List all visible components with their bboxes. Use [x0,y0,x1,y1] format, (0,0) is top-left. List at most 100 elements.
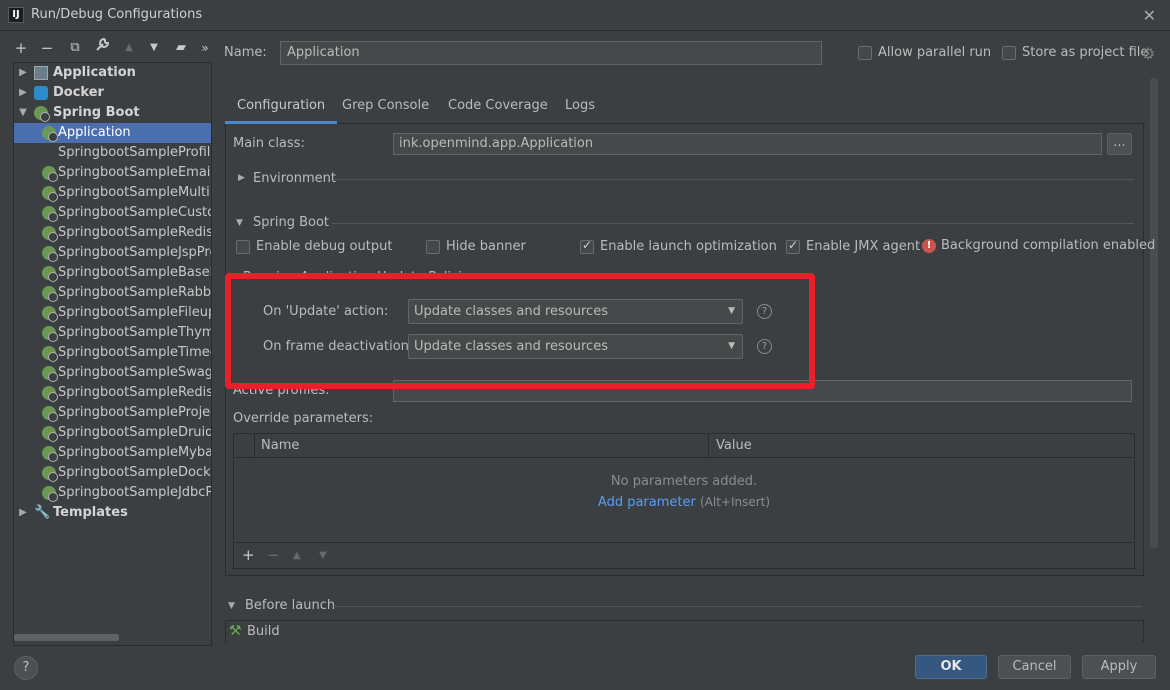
copy-icon[interactable]: ⧉ [66,38,84,58]
allow-parallel-checkbox[interactable] [858,46,872,60]
vertical-scrollbar[interactable] [1150,78,1158,548]
main-class-field[interactable]: ink.openmind.app.Application [393,133,1102,155]
tree-group-application[interactable]: ▶ Application [14,63,211,83]
name-field[interactable]: Application [280,41,822,65]
application-icon [34,66,48,80]
store-as-project-checkbox[interactable] [1002,46,1016,60]
tree-item-label: SpringbootSampleRedisPr [58,225,212,240]
empty-table-message: No parameters added. [610,474,758,489]
tree-item-spring-config[interactable]: SpringbootSampleJdbcPro [14,483,211,503]
tree-item-label: SpringbootSampleMultiDa [58,185,212,200]
tree-group-templates[interactable]: ▶ 🔧 Templates [14,503,211,523]
tree-item-spring-config[interactable]: SpringbootSampleRabbitn [14,283,211,303]
tree-item-spring-config[interactable]: SpringbootSampleSwagge [14,363,211,383]
tree-group-spring-boot[interactable]: ▼ Spring Boot [14,103,211,123]
tree-item-spring-config[interactable]: SpringbootSampleDruidPr [14,423,211,443]
tree-item-label: SpringbootSampleTimedta [58,345,211,360]
chevron-down-icon[interactable]: ▼ [18,103,28,123]
browse-main-class-button[interactable]: ... [1107,133,1132,155]
spring-boot-icon [42,486,58,502]
move-up-icon[interactable]: ▲ [293,550,301,561]
environment-section-label[interactable]: Environment [253,171,336,186]
enable-launch-optimization-checkbox[interactable] [580,238,594,254]
tree-item-label: SpringbootSampleMybatis [58,445,212,460]
chevron-right-icon[interactable]: ▶ [18,63,28,83]
tree-horizontal-scrollbar[interactable] [14,634,119,641]
spring-boot-icon [42,406,58,422]
tree-item-spring-config[interactable]: Application [14,123,211,143]
tree-item-label: SpringbootSampleThymele [58,325,212,340]
tree-group-label: Templates [53,505,128,520]
tree-item-spring-config[interactable]: SpringbootSampleDockerl [14,463,211,483]
tree-item-spring-config[interactable]: SpringbootSampleProjectA [14,403,211,423]
more-icon[interactable]: » [196,38,214,58]
before-launch-item[interactable]: Build [247,624,280,639]
tree-item-spring-config[interactable]: SpringbootSampleThymele [14,323,212,343]
close-icon[interactable]: ✕ [1143,6,1156,25]
spring-boot-icon [42,446,58,462]
tree-item-spring-config[interactable]: SpringbootSampleEmailPr [14,163,212,183]
tab-grep-console[interactable]: Grep Console [330,93,441,124]
enable-debug-checkbox[interactable] [236,240,250,254]
wrench-icon[interactable] [93,37,111,58]
chevron-right-icon[interactable]: ▶ [18,83,28,103]
chevron-down-icon[interactable]: ▼ [228,601,235,611]
tree-item-spring-config[interactable]: SpringbootSampleMultiDa [14,183,212,203]
tab-code-coverage[interactable]: Code Coverage [436,93,560,124]
tree-item-label: SpringbootSampleJspProje [58,245,212,260]
tree-item-spring-config[interactable]: SpringbootSampleTimedta [14,343,211,363]
tree-group-docker[interactable]: ▶ Docker [14,83,211,103]
chevron-right-icon[interactable]: ▶ [18,503,28,523]
spring-boot-icon [42,226,58,242]
gear-icon[interactable]: ⚙ [1141,44,1155,63]
tree-item-label: SpringbootSampleSwagge [58,365,211,380]
tree-item-spring-config[interactable]: SpringbootSampleRedisLe [14,383,212,403]
spring-boot-icon [42,466,58,482]
add-icon[interactable]: + [12,38,30,58]
spring-boot-icon [42,306,58,322]
tree-item-spring-config[interactable]: SpringbootSampleFileuplo [14,303,212,323]
add-parameter-link[interactable]: Add parameter [598,495,696,510]
tree-item-label: SpringbootSampleRedisLe [58,385,212,400]
tree-item-label: SpringbootSampleFileuplo [58,305,212,320]
chevron-down-icon[interactable]: ▼ [236,218,243,228]
enable-jmx-checkbox[interactable] [786,238,800,254]
tab-configuration[interactable]: Configuration [225,93,338,124]
tree-item-spring-config[interactable]: SpringbootSampleRedisPr [14,223,212,243]
hide-banner-checkbox[interactable] [426,240,440,254]
column-header-name[interactable]: Name [261,434,299,458]
override-parameters-table[interactable]: Name Value No parameters added. Add para… [233,433,1135,569]
window-title: Run/Debug Configurations [31,7,203,22]
spring-boot-icon [34,106,50,122]
main-class-label: Main class: [233,136,305,151]
move-up-icon[interactable]: ▲ [120,38,138,58]
cancel-button[interactable]: Cancel [998,655,1071,679]
tree-item-spring-config[interactable]: SpringbootSampleCustom [14,203,211,223]
spring-boot-icon [42,266,58,282]
remove-icon[interactable]: − [38,38,56,58]
spring-boot-section-label[interactable]: Spring Boot [253,215,329,230]
help-button[interactable]: ? [14,656,38,680]
remove-icon[interactable]: − [267,546,280,564]
add-parameter-row: Add parameter (Alt+Insert) [234,495,1134,510]
tree-item-spring-config[interactable]: SpringbootSampleJspProje [14,243,212,263]
folder-icon[interactable]: ▰ [172,38,190,58]
tree-item-spring-config[interactable]: SpringbootSampleBaselea [14,263,211,283]
tree-item-label: SpringbootSampleEmailPr [58,165,212,180]
spring-boot-icon [42,426,58,442]
tree-item-spring-config[interactable]: SpringbootSampleMybatis [14,443,212,463]
spring-boot-icon [42,166,58,182]
move-down-icon[interactable]: ▼ [145,38,163,58]
ok-button[interactable]: OK [915,655,987,679]
tree-item-spring-config[interactable]: SpringbootSampleProfileP [14,143,211,163]
column-header-value[interactable]: Value [716,434,752,458]
move-down-icon[interactable]: ▼ [319,550,327,561]
intellij-app-icon: IJ [8,7,24,23]
title-bar: IJ Run/Debug Configurations ✕ [0,0,1170,31]
configuration-tree[interactable]: ▶ Application ▶ Docker ▼ Spring Boot App… [13,62,212,646]
before-launch-label[interactable]: Before launch [245,598,335,613]
tab-logs[interactable]: Logs [553,93,607,124]
apply-button[interactable]: Apply [1082,655,1156,679]
chevron-right-icon[interactable]: ▶ [238,173,245,183]
add-icon[interactable]: + [242,546,255,564]
